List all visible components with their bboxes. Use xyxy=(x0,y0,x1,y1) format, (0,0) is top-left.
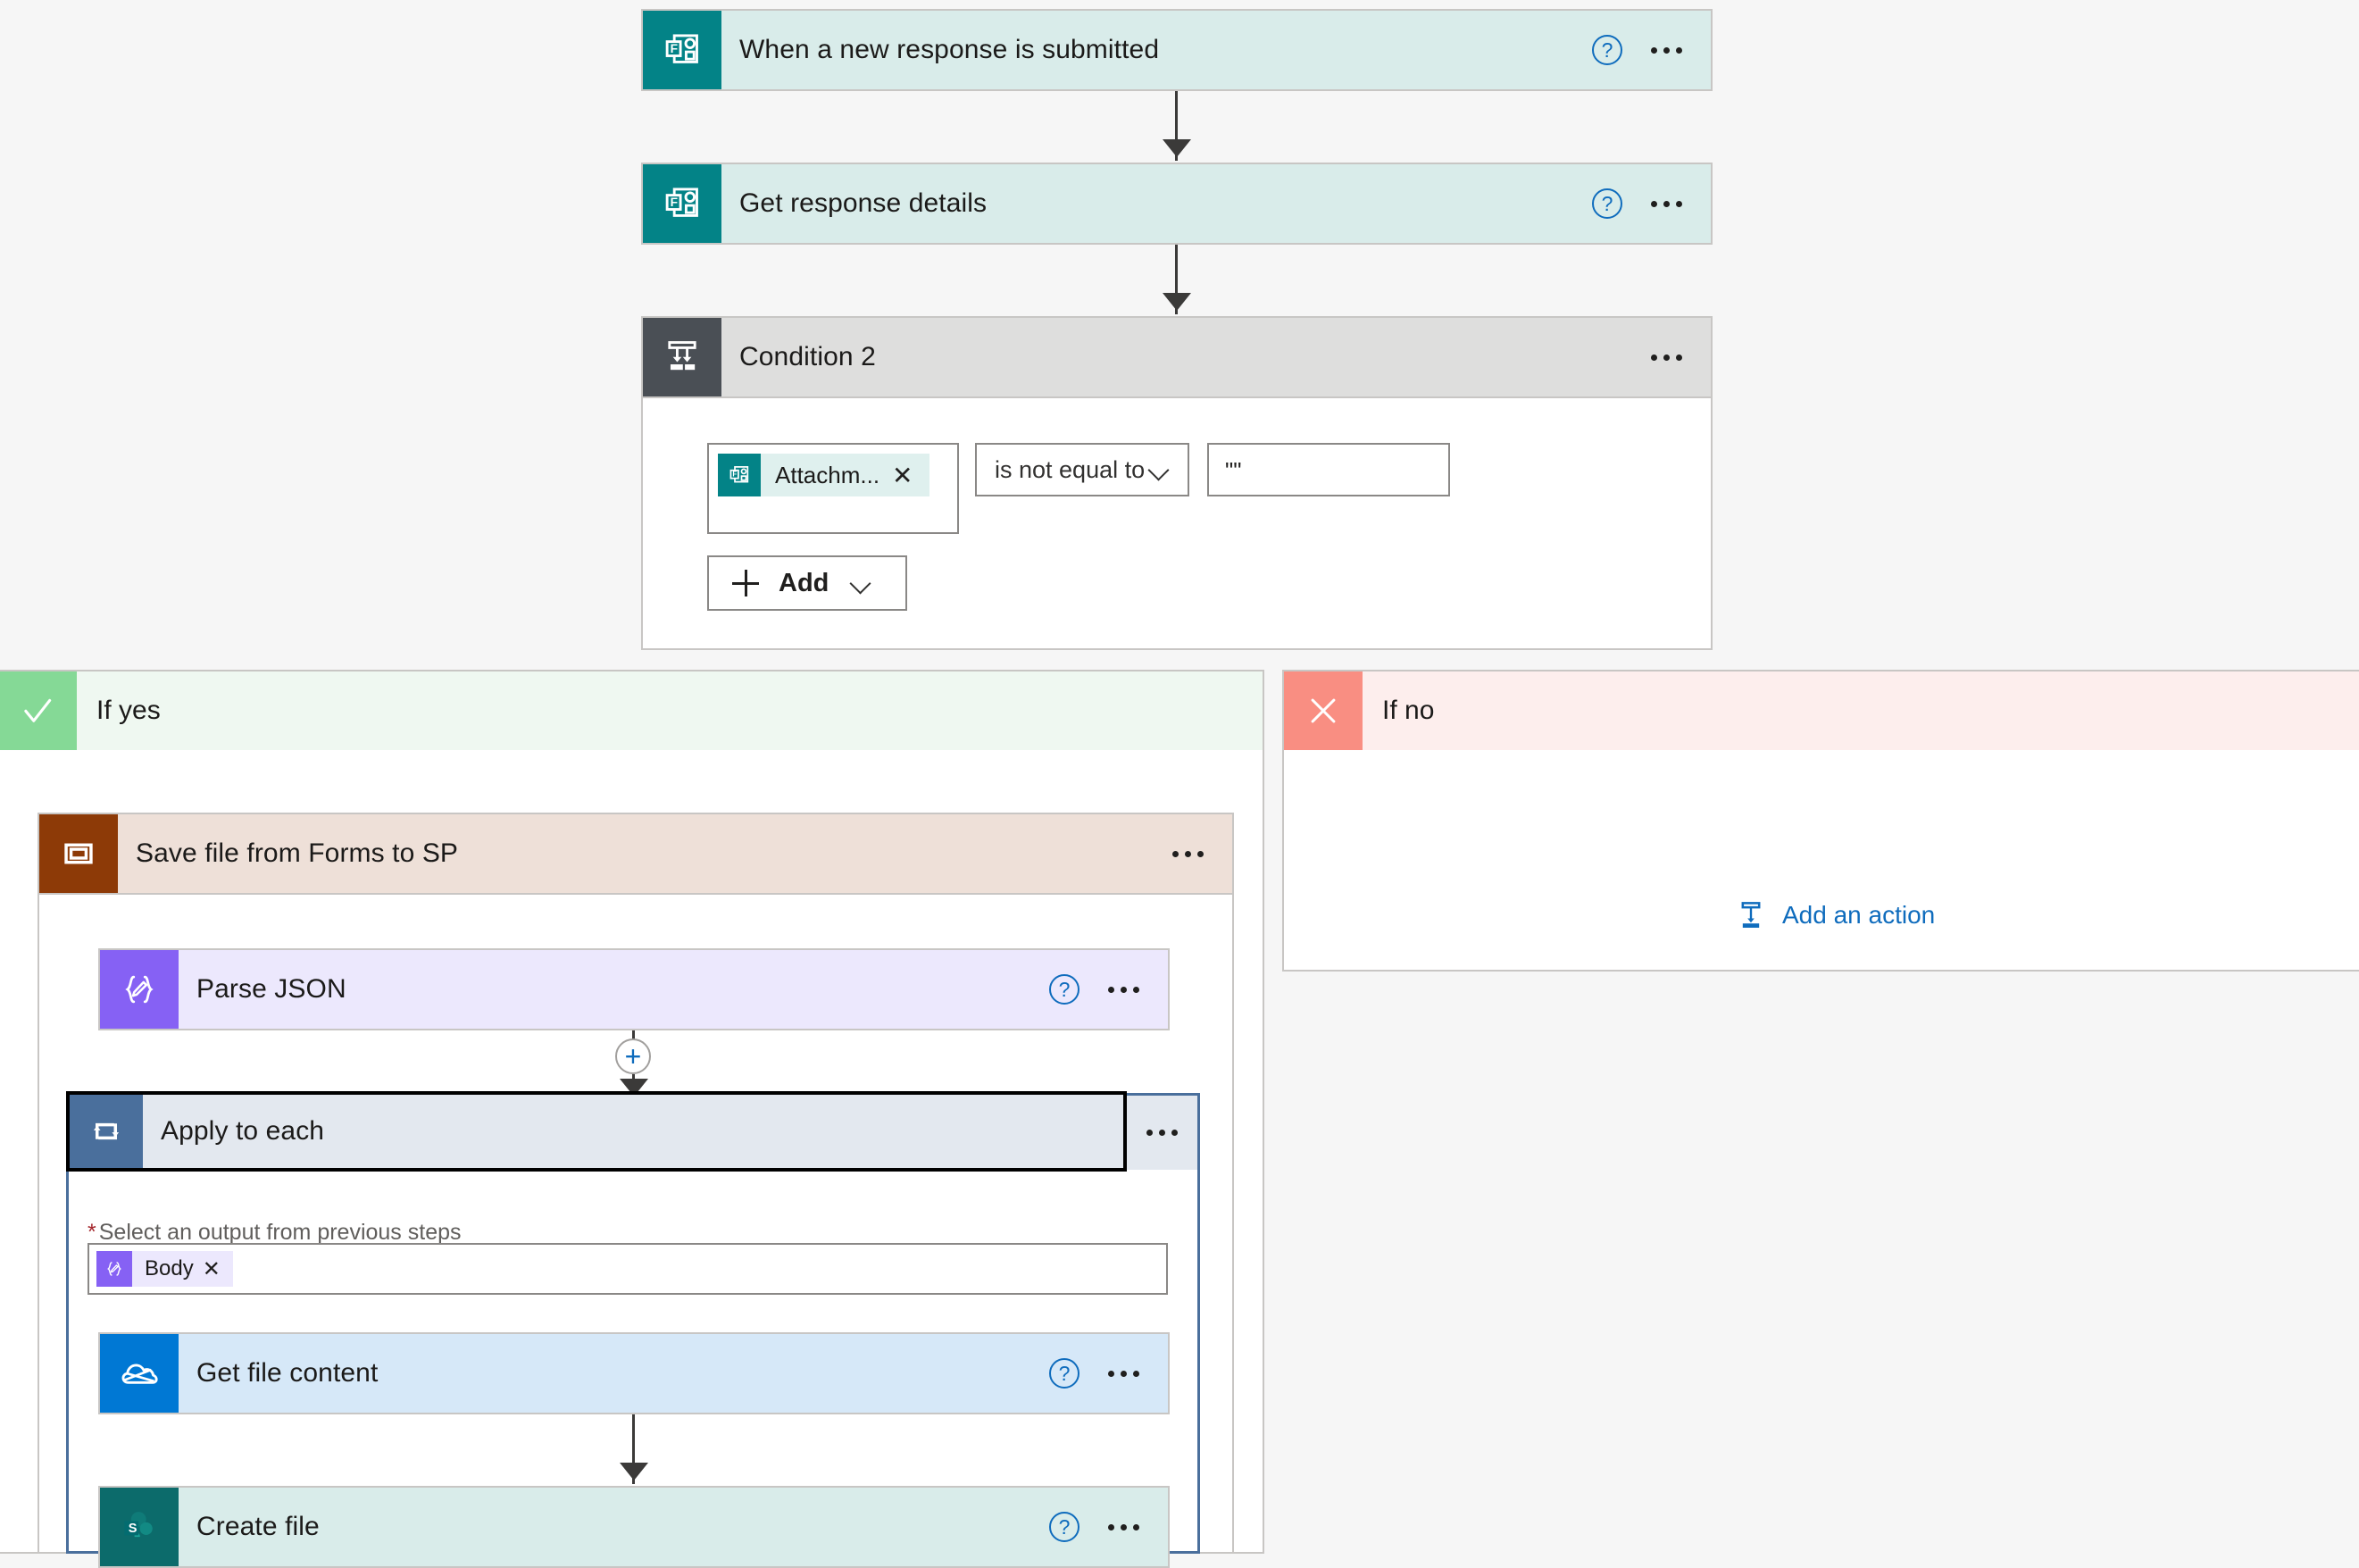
chevron-down-icon xyxy=(1148,458,1171,481)
flow-card-title: Create file xyxy=(196,1512,320,1541)
microsoft-forms-icon: F xyxy=(718,454,761,496)
card-actions: ? xyxy=(1049,950,1168,1029)
card-actions: ? xyxy=(1049,1334,1168,1413)
svg-text:F: F xyxy=(671,196,678,209)
more-menu-icon[interactable] xyxy=(1143,1118,1181,1148)
chevron-down-icon xyxy=(850,571,873,595)
condition-left-operand-field[interactable]: F Attachm... ✕ xyxy=(707,443,959,534)
more-menu-icon[interactable] xyxy=(1647,35,1686,65)
card-actions: ? xyxy=(1049,1488,1168,1566)
branch-if-yes-header: If yes xyxy=(0,671,1263,750)
add-an-action-label: Add an action xyxy=(1782,901,1936,929)
microsoft-forms-icon: F xyxy=(643,164,721,243)
card-actions xyxy=(1169,814,1232,893)
apply-to-each-more-menu[interactable] xyxy=(1127,1093,1200,1170)
flow-designer-canvas: F When a new response is submitted ? F G… xyxy=(0,0,2359,1568)
check-icon xyxy=(0,671,77,750)
flow-card-apply-to-each[interactable]: Apply to each xyxy=(66,1091,1127,1172)
branch-if-no-label: If no xyxy=(1382,696,1435,725)
connector-arrow-icon xyxy=(1163,139,1191,157)
card-actions: ? xyxy=(1592,11,1711,89)
flow-card-title: Get file content xyxy=(196,1358,379,1388)
add-button-label: Add xyxy=(779,568,829,597)
flow-card-title: Apply to each xyxy=(161,1116,325,1146)
add-an-action-button[interactable]: Add an action xyxy=(1734,898,1935,932)
parse-json-icon xyxy=(96,1251,132,1287)
svg-text:S: S xyxy=(129,1522,138,1536)
flow-card-trigger[interactable]: F When a new response is submitted ? xyxy=(641,9,1713,91)
token-chip-body[interactable]: Body ✕ xyxy=(96,1251,233,1287)
apply-to-each-field-label: * Select an output from previous steps xyxy=(88,1220,462,1246)
condition-operator-value: is not equal to xyxy=(995,455,1146,483)
help-icon[interactable]: ? xyxy=(1049,1358,1079,1389)
microsoft-forms-icon: F xyxy=(643,11,721,89)
condition-add-row-button[interactable]: Add xyxy=(707,555,907,611)
help-icon[interactable]: ? xyxy=(1049,974,1079,1005)
more-menu-icon[interactable] xyxy=(1647,188,1686,219)
scope-icon xyxy=(39,814,118,893)
branch-if-no-header: If no xyxy=(1284,671,2359,750)
sharepoint-icon: S xyxy=(100,1488,179,1566)
connector-arrow-icon xyxy=(1163,293,1191,311)
help-icon[interactable]: ? xyxy=(1592,35,1622,65)
card-actions: ? xyxy=(1592,164,1711,243)
parse-json-icon xyxy=(100,950,179,1029)
field-label-text: Select an output from previous steps xyxy=(98,1220,462,1245)
branch-if-no: If no Add an action xyxy=(1282,670,2359,972)
token-label: Attachm... xyxy=(775,461,880,488)
more-menu-icon[interactable] xyxy=(1104,974,1143,1005)
flow-card-title: Save file from Forms to SP xyxy=(136,838,459,868)
flow-card-get-response-details[interactable]: F Get response details ? xyxy=(641,163,1713,245)
branch-if-yes-label: If yes xyxy=(96,696,161,725)
flow-card-title: When a new response is submitted xyxy=(739,35,1160,64)
svg-text:F: F xyxy=(671,42,678,55)
onedrive-icon xyxy=(100,1334,179,1413)
plus-icon xyxy=(732,570,759,596)
card-actions xyxy=(1647,318,1711,396)
condition-value-input[interactable]: "" xyxy=(1207,443,1450,496)
flow-card-scope-save-file[interactable]: Save file from Forms to SP xyxy=(38,813,1234,895)
flow-card-title: Get response details xyxy=(739,188,988,218)
token-chip-attachments[interactable]: F Attachm... ✕ xyxy=(718,454,929,496)
more-menu-icon[interactable] xyxy=(1104,1512,1143,1542)
token-label: Body xyxy=(145,1256,194,1280)
token-remove-icon[interactable]: ✕ xyxy=(203,1251,233,1287)
more-menu-icon[interactable] xyxy=(1104,1358,1143,1389)
flow-card-parse-json[interactable]: Parse JSON ? xyxy=(98,948,1170,1030)
required-marker: * xyxy=(88,1220,96,1245)
add-step-plus-icon[interactable]: + xyxy=(615,1038,651,1074)
token-remove-icon[interactable]: ✕ xyxy=(892,454,929,496)
flow-card-create-file[interactable]: S Create file ? xyxy=(98,1486,1170,1568)
connector-arrow-icon xyxy=(620,1463,648,1480)
svg-text:F: F xyxy=(732,471,737,479)
apply-to-each-input-field[interactable]: Body ✕ xyxy=(88,1243,1168,1295)
close-icon xyxy=(1284,671,1363,750)
flow-card-get-file-content[interactable]: Get file content ? xyxy=(98,1332,1170,1414)
help-icon[interactable]: ? xyxy=(1592,188,1622,219)
flow-card-title: Parse JSON xyxy=(196,974,346,1004)
add-action-icon xyxy=(1734,898,1768,932)
flow-card-title: Condition 2 xyxy=(739,342,876,371)
condition-operator-select[interactable]: is not equal to xyxy=(975,443,1189,496)
help-icon[interactable]: ? xyxy=(1049,1512,1079,1542)
flow-card-condition-header[interactable]: Condition 2 xyxy=(641,316,1713,398)
more-menu-icon[interactable] xyxy=(1169,838,1207,869)
more-menu-icon[interactable] xyxy=(1647,342,1686,372)
loop-icon xyxy=(70,1095,143,1168)
condition-icon xyxy=(643,318,721,396)
